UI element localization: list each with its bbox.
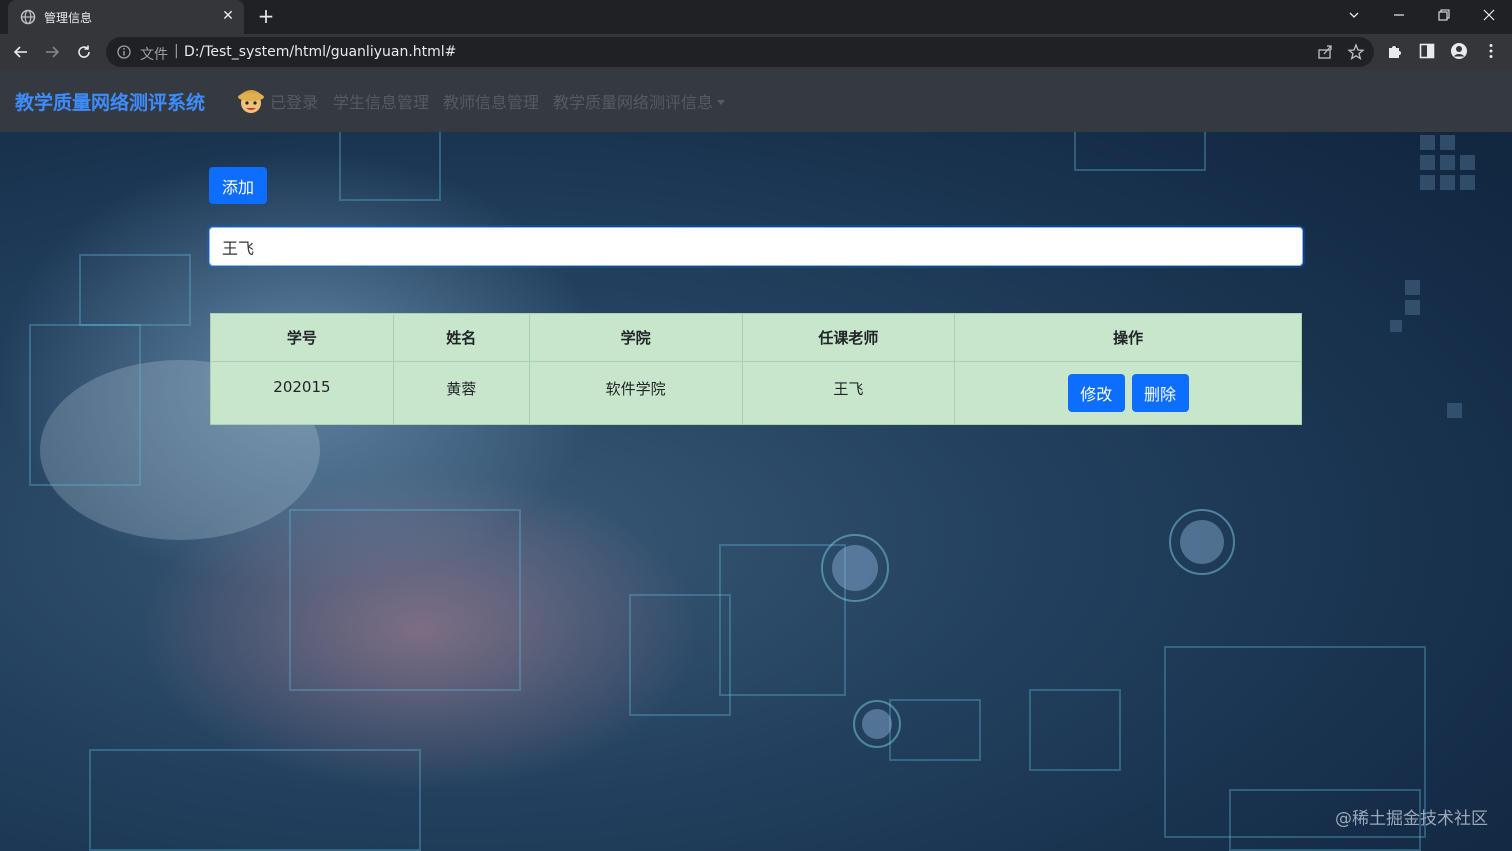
cell-student-id: 202015 — [210, 361, 394, 425]
column-header-name: 姓名 — [392, 313, 530, 362]
column-header-college: 学院 — [528, 313, 743, 362]
records-table: 学号 姓名 学院 任课老师 操作 202015 黄蓉 软件学院 王飞 修改 删除 — [210, 313, 1302, 425]
avatar — [236, 85, 266, 115]
minimize-icon[interactable] — [1385, 4, 1413, 28]
column-header-student-id: 学号 — [210, 313, 394, 362]
browser-toolbar: 文件 | D:/Test_system/html/guanliyuan.html… — [0, 34, 1512, 70]
edit-button[interactable]: 修改 — [1067, 374, 1125, 412]
close-window-icon[interactable] — [1475, 4, 1503, 28]
column-header-actions: 操作 — [954, 313, 1302, 362]
address-bar[interactable]: 文件 | D:/Test_system/html/guanliyuan.html… — [106, 37, 1374, 67]
column-header-teacher: 任课老师 — [741, 313, 956, 362]
brand-title[interactable]: 教学质量网络测评系统 — [15, 88, 205, 115]
share-icon[interactable] — [1316, 43, 1334, 61]
caret-down-icon — [717, 100, 726, 105]
cell-name: 黄蓉 — [392, 361, 530, 425]
nav-dropdown-evaluation-info[interactable]: 教学质量网络测评信息 — [553, 89, 726, 113]
browser-menu-icon[interactable] — [1482, 42, 1502, 62]
search-input[interactable] — [209, 227, 1303, 266]
top-navbar: 教学质量网络测评系统 已登录 学生信息管理 教师信息管理 教学质量网络测评信息 — [0, 70, 1512, 132]
add-button[interactable]: 添加 — [209, 167, 267, 204]
forward-arrow-icon[interactable] — [40, 40, 64, 64]
url-separator: | — [174, 43, 179, 59]
browser-tab-strip: 管理信息 ✕ + — [0, 0, 1512, 34]
info-icon[interactable] — [116, 44, 132, 60]
cell-actions: 修改 删除 — [954, 361, 1302, 425]
delete-button[interactable]: 删除 — [1131, 374, 1189, 412]
page-viewport: 教学质量网络测评系统 已登录 学生信息管理 教师信息管理 教学质量网络测评信息 … — [0, 70, 1512, 851]
back-arrow-icon[interactable] — [9, 40, 33, 64]
close-tab-icon[interactable]: ✕ — [220, 8, 236, 24]
table-row: 202015 黄蓉 软件学院 王飞 修改 删除 — [210, 361, 1302, 425]
table-header-row: 学号 姓名 学院 任课老师 操作 — [210, 313, 1302, 362]
globe-icon — [20, 9, 36, 25]
reload-icon[interactable] — [72, 40, 96, 64]
extensions-icon[interactable] — [1386, 42, 1406, 62]
url-scheme: 文件 — [140, 47, 168, 63]
url-text[interactable]: D:/Test_system/html/guanliyuan.html# — [184, 44, 456, 60]
profile-icon[interactable] — [1450, 42, 1470, 62]
cell-college: 软件学院 — [528, 361, 743, 425]
side-panel-icon[interactable] — [1418, 42, 1438, 62]
new-tab-icon[interactable]: + — [256, 6, 276, 26]
cell-teacher: 王飞 — [741, 361, 956, 425]
watermark: @稀土掘金技术社区 — [1335, 809, 1488, 829]
restore-icon[interactable] — [1430, 4, 1458, 28]
tab-title: 管理信息 — [44, 11, 93, 25]
nav-link-teacher-info[interactable]: 教师信息管理 — [443, 89, 539, 113]
bookmark-star-icon[interactable] — [1347, 43, 1365, 61]
nav-dropdown-label: 教学质量网络测评信息 — [553, 93, 714, 112]
browser-tab[interactable]: 管理信息 ✕ — [8, 0, 244, 34]
tab-search-icon[interactable] — [1340, 4, 1368, 28]
logged-in-status: 已登录 — [270, 93, 319, 112]
nav-link-student-info[interactable]: 学生信息管理 — [333, 89, 429, 113]
